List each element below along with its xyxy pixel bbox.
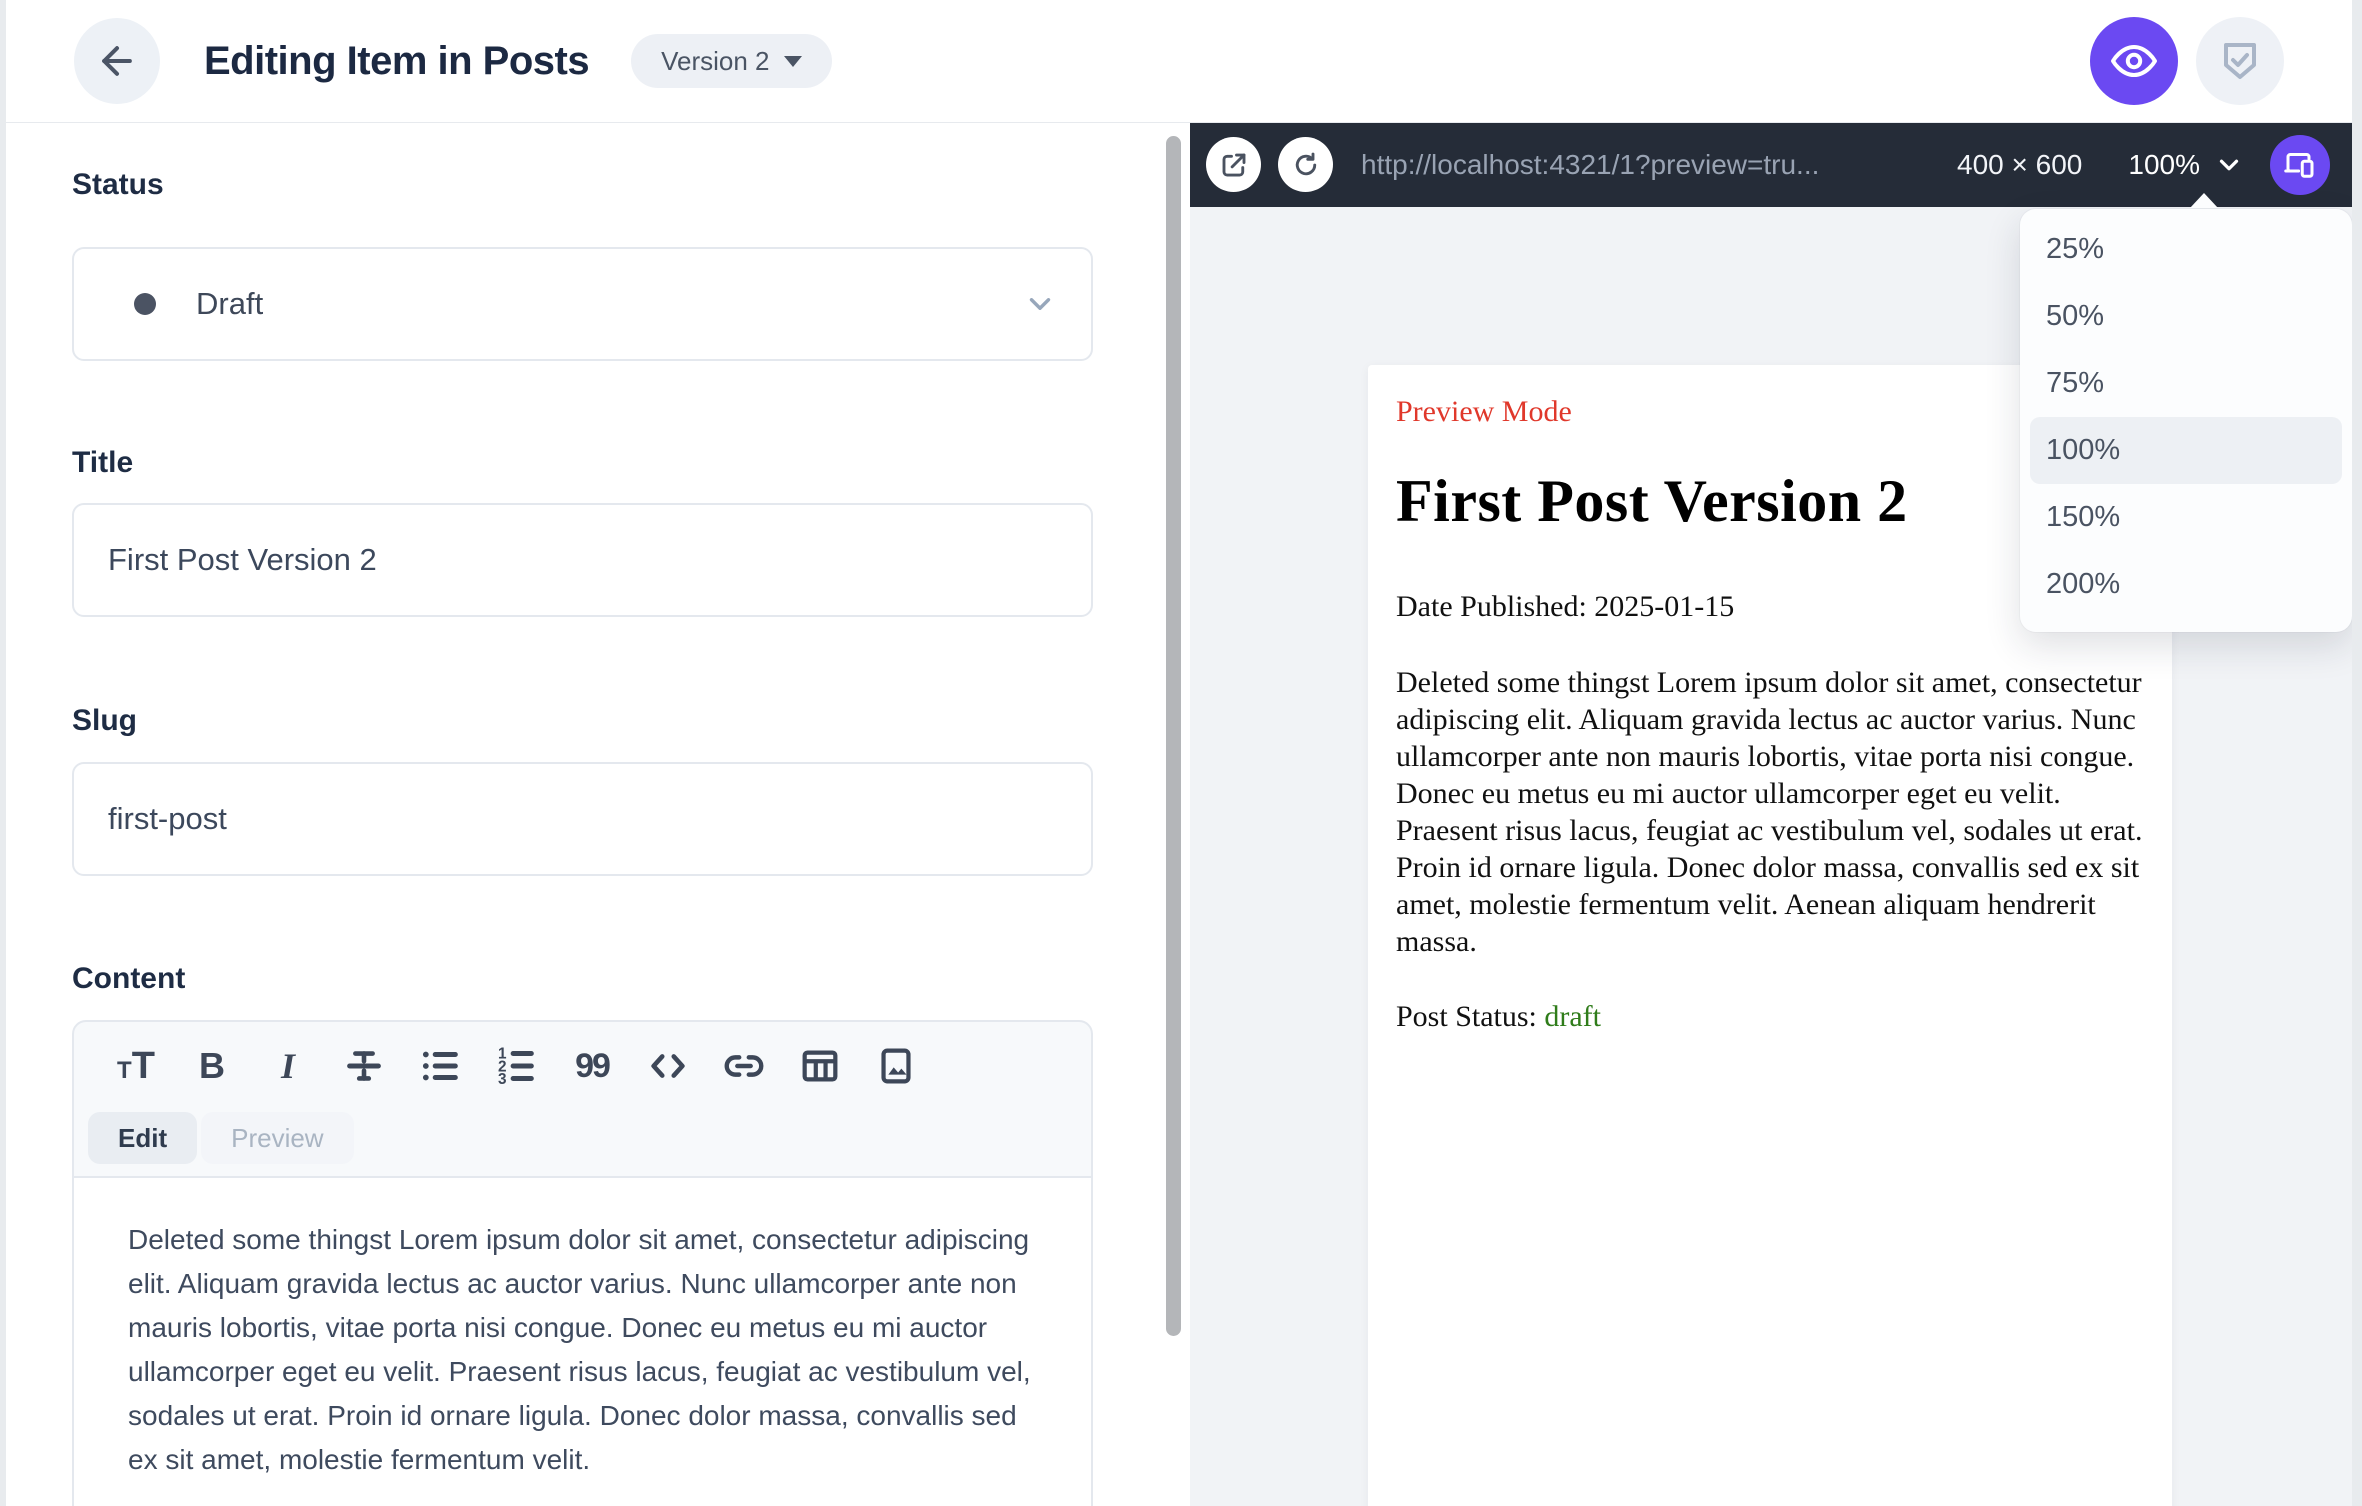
window-edge-left — [0, 0, 6, 1506]
caret-down-icon — [783, 55, 802, 67]
link-icon[interactable] — [706, 1038, 782, 1094]
italic-icon[interactable]: I — [250, 1038, 326, 1094]
page-title: Editing Item in Posts — [204, 38, 590, 83]
version-selector[interactable]: Version 2 — [631, 34, 832, 88]
svg-text:3: 3 — [498, 1071, 507, 1088]
eye-icon — [2110, 37, 2158, 85]
refresh-icon — [1291, 150, 1321, 180]
tab-preview[interactable]: Preview — [201, 1112, 354, 1164]
back-arrow-icon — [95, 39, 139, 83]
editor-toolbar: TT B I 123 99 — [74, 1022, 1091, 1098]
shield-check-icon — [2216, 37, 2264, 85]
content-editor: TT B I 123 99 Edit Preview Deleted some … — [72, 1020, 1093, 1506]
status-select[interactable]: Draft — [72, 247, 1093, 361]
code-icon[interactable] — [630, 1038, 706, 1094]
zoom-option[interactable]: 150% — [2030, 484, 2342, 551]
form-panel: Status Draft Title Slug Content TT B I — [0, 122, 1190, 1506]
slug-label: Slug — [72, 704, 137, 737]
window-edge-right — [2352, 0, 2362, 1506]
table-icon[interactable] — [782, 1038, 858, 1094]
tab-edit[interactable]: Edit — [88, 1112, 198, 1164]
viewport-dimensions: 400 × 600 — [1957, 148, 2083, 180]
preview-url[interactable]: http://localhost:4321/1?preview=tru... — [1361, 149, 1957, 181]
zoom-option[interactable]: 50% — [2030, 283, 2342, 350]
dropdown-caret-icon — [2190, 193, 2218, 208]
zoom-level-value: 100% — [2128, 148, 2200, 180]
editor-tabs: Edit Preview — [74, 1098, 1091, 1176]
preview-body-text: Deleted some thingst Lorem ipsum dolor s… — [1396, 666, 2143, 958]
bullet-list-icon[interactable] — [402, 1038, 478, 1094]
app-window: Editing Item in Posts Version 2 Status D… — [0, 0, 2362, 1506]
zoom-option[interactable]: 25% — [2030, 216, 2342, 283]
bold-icon[interactable]: B — [174, 1038, 250, 1094]
external-link-icon — [1219, 150, 1249, 180]
version-label: Version 2 — [661, 45, 770, 76]
responsive-devices-icon — [2282, 147, 2318, 183]
strikethrough-icon[interactable] — [326, 1038, 402, 1094]
preview-toolbar: http://localhost:4321/1?preview=tru... 4… — [1190, 122, 2352, 207]
title-input[interactable] — [72, 503, 1093, 617]
status-dot-icon — [134, 293, 156, 315]
open-external-button[interactable] — [1206, 137, 1261, 192]
zoom-option[interactable]: 100% — [2030, 417, 2342, 484]
header: Editing Item in Posts Version 2 — [0, 0, 2362, 122]
post-status-value: draft — [1544, 1000, 1602, 1033]
heading-icon[interactable]: TT — [98, 1038, 174, 1094]
refresh-button[interactable] — [1278, 137, 1333, 192]
device-toggle-button[interactable] — [2270, 134, 2330, 195]
status-value: Draft — [196, 286, 264, 321]
preview-toggle-button[interactable] — [2090, 17, 2178, 105]
zoom-dropdown: 25% 50% 75% 100% 150% 200% — [2020, 209, 2352, 632]
status-label: Status — [72, 168, 164, 201]
content-label: Content — [72, 962, 186, 995]
zoom-option[interactable]: 200% — [2030, 551, 2342, 618]
zoom-level-control[interactable]: 100% — [2128, 149, 2244, 181]
content-textarea[interactable]: Deleted some thingst Lorem ipsum dolor s… — [74, 1178, 1091, 1506]
zoom-option[interactable]: 75% — [2030, 350, 2342, 417]
back-button[interactable] — [74, 18, 160, 104]
validation-button[interactable] — [2196, 17, 2284, 105]
slug-input[interactable] — [72, 762, 1093, 876]
form-scrollbar[interactable] — [1166, 136, 1181, 1336]
preview-status-line: Post Status: draft — [1396, 1000, 2144, 1034]
title-label: Title — [72, 446, 134, 479]
post-status-label: Post Status: — [1396, 1000, 1545, 1033]
image-icon[interactable] — [858, 1038, 934, 1094]
chevron-down-icon — [2214, 150, 2244, 180]
ordered-list-icon[interactable]: 123 — [478, 1038, 554, 1094]
chevron-down-icon — [1023, 287, 1057, 321]
blockquote-icon[interactable]: 99 — [554, 1038, 630, 1094]
